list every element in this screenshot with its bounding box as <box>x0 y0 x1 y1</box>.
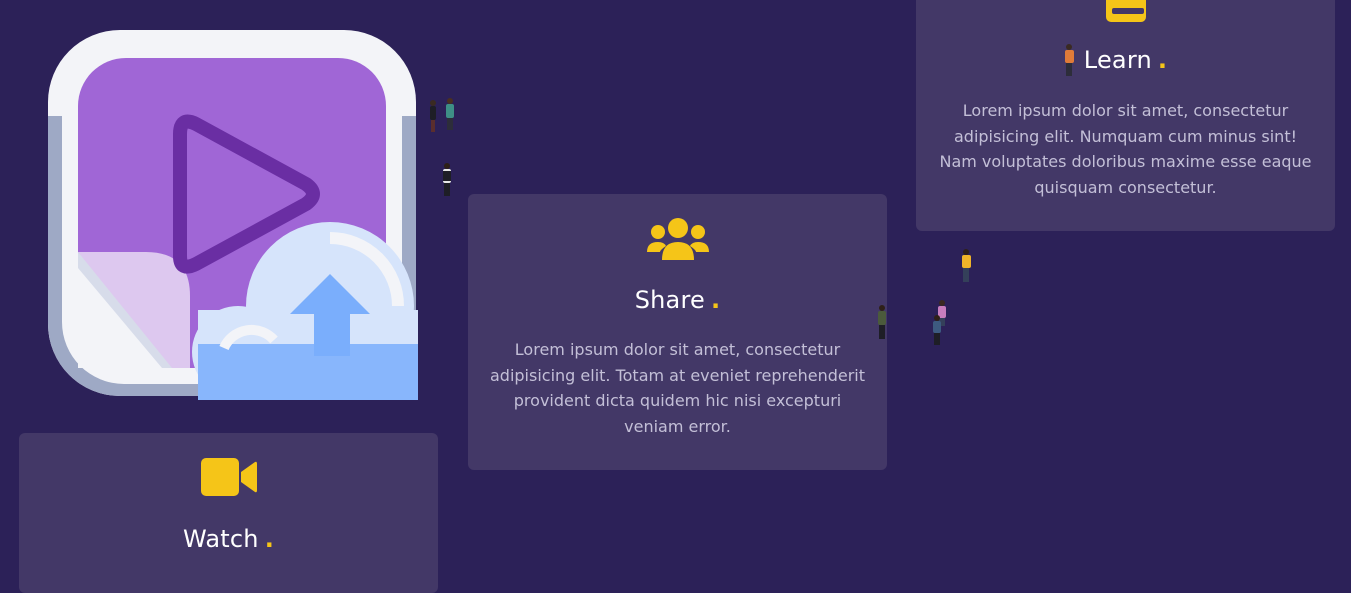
share-title: Share. <box>634 286 721 314</box>
person-figure <box>443 163 451 196</box>
person-figure <box>1065 44 1074 76</box>
title-dot: . <box>710 286 721 314</box>
learn-card: Learn. Lorem ipsum dolor sit amet, conse… <box>916 0 1335 231</box>
watch-card: Watch. <box>19 433 438 593</box>
share-card: Share. Lorem ipsum dolor sit amet, conse… <box>468 194 887 470</box>
title-dot: . <box>264 525 275 553</box>
person-figure <box>878 300 946 345</box>
video-upload-illustration <box>48 30 418 400</box>
title-dot: . <box>1157 46 1168 74</box>
users-icon <box>646 216 709 266</box>
person-figure <box>962 249 971 282</box>
learn-title: Learn. <box>1083 46 1168 74</box>
video-camera-icon <box>200 458 257 500</box>
watch-title: Watch. <box>182 525 275 553</box>
book-icon <box>1104 0 1148 28</box>
learn-description: Lorem ipsum dolor sit amet, consectetur … <box>939 101 1312 197</box>
person-figure <box>430 98 454 132</box>
share-description: Lorem ipsum dolor sit amet, consectetur … <box>489 340 865 436</box>
